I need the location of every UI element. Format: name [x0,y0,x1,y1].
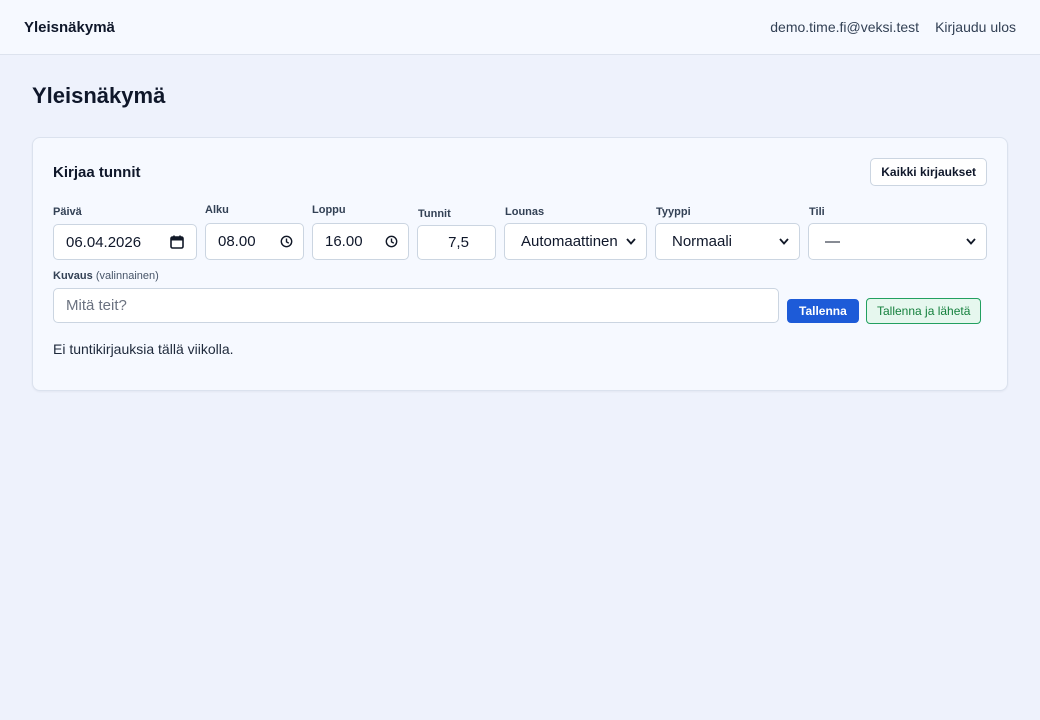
start-label: Alku [205,204,229,216]
start-time-input[interactable]: 08.00 [205,223,304,260]
type-select[interactable]: Normaali [655,223,800,260]
description-optional-note: (valinnainen) [95,270,159,282]
empty-entries-message: Ei tuntikirjauksia tällä viikolla. [53,341,234,357]
description-input[interactable] [53,288,779,323]
type-label: Tyyppi [656,206,691,218]
hours-label: Tunnit [418,208,451,220]
all-entries-button[interactable]: Kaikki kirjaukset [870,158,987,186]
lunch-label: Lounas [505,206,545,218]
clock-icon[interactable] [280,235,293,248]
hours-value: 7,5 [448,234,469,251]
card-title: Kirjaa tunnit [53,164,141,181]
end-time-input[interactable]: 16.00 [312,223,409,260]
lunch-value: Automaattinen [521,233,618,250]
chevron-down-icon [966,238,976,245]
page-title: Yleisnäkymä [32,83,166,108]
date-input[interactable]: 06.04.2026 [53,224,197,260]
lunch-select[interactable]: Automaattinen [504,223,647,260]
log-hours-card: Kirjaa tunnit Kaikki kirjaukset Päivä 06… [32,137,1008,391]
save-button[interactable]: Tallenna [787,299,859,323]
end-label: Loppu [312,204,346,216]
account-select[interactable]: — [808,223,987,260]
calendar-icon[interactable] [170,235,184,249]
save-and-send-button[interactable]: Tallenna ja lähetä [866,298,982,324]
description-label-text: Kuvaus [53,270,93,282]
hours-input[interactable]: 7,5 [417,225,496,260]
user-email: demo.time.fi@veksi.test [770,19,920,35]
start-time-value: 08.00 [218,233,256,250]
top-bar-user-area: demo.time.fi@veksi.test Kirjaudu ulos [770,19,1016,35]
date-value: 06.04.2026 [66,233,142,251]
chevron-down-icon [779,238,789,245]
clock-icon[interactable] [385,235,398,248]
top-bar: Yleisnäkymä demo.time.fi@veksi.test Kirj… [0,0,1040,55]
date-label: Päivä [53,206,82,218]
chevron-down-icon [626,238,636,245]
logout-link[interactable]: Kirjaudu ulos [935,19,1016,35]
app-brand: Yleisnäkymä [24,18,115,36]
account-value: — [825,233,840,250]
end-time-value: 16.00 [325,233,363,250]
description-label: Kuvaus (valinnainen) [53,270,159,282]
type-value: Normaali [672,233,733,250]
account-label: Tili [809,206,825,218]
